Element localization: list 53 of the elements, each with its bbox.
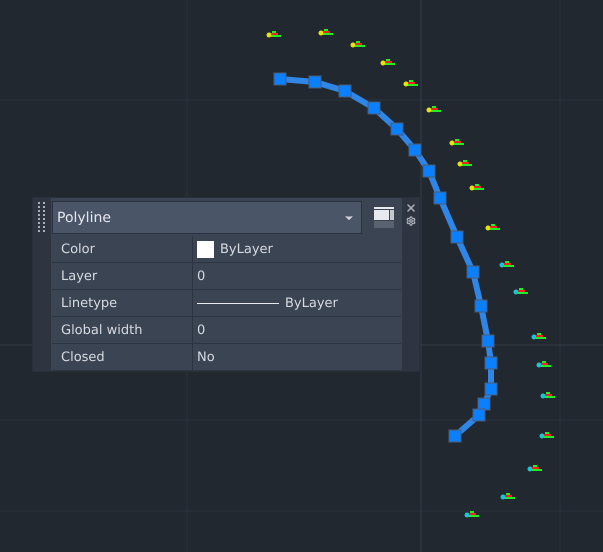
property-value[interactable]: ByLayer (220, 242, 273, 256)
point-marker-icon (536, 361, 551, 368)
point-marker-icon (426, 106, 441, 112)
property-label: Layer (52, 263, 193, 289)
point-marker-icon (380, 59, 395, 66)
point-marker-icon (350, 41, 365, 48)
vertex-grip[interactable] (450, 230, 464, 244)
object-type-text: Polyline (57, 210, 111, 226)
vertex-grip[interactable] (478, 398, 490, 410)
point-marker-icon (318, 29, 333, 36)
vertex-grip[interactable] (472, 408, 486, 422)
vertex-grip[interactable] (434, 192, 446, 204)
vertex-grip[interactable] (448, 430, 462, 442)
point-marker-icon (500, 493, 515, 500)
vertex-grip[interactable] (474, 300, 488, 312)
property-value[interactable]: No (197, 350, 215, 364)
point-marker-icon (532, 333, 546, 340)
color-swatch (197, 240, 214, 258)
vertex-grip[interactable] (338, 84, 352, 98)
point-marker-icon (540, 392, 555, 398)
vertex-grip[interactable] (466, 266, 480, 278)
point-marker-icon (514, 288, 528, 294)
object-type-dropdown[interactable]: Polyline (52, 201, 362, 234)
vertex-grip[interactable] (368, 102, 380, 114)
vertex-grip[interactable] (484, 382, 498, 396)
property-value[interactable]: ByLayer (285, 296, 338, 310)
window-layout-icon (374, 206, 394, 228)
point-marker-icon (500, 261, 514, 268)
vertex-grip[interactable] (274, 72, 286, 86)
vertex-grip[interactable] (390, 122, 404, 136)
close-icon[interactable] (404, 202, 416, 214)
vertex-grip[interactable] (484, 356, 498, 370)
vertex-grip[interactable] (422, 164, 436, 178)
point-marker-icon (464, 511, 479, 518)
vertex-grip[interactable] (482, 334, 494, 348)
property-value[interactable]: 0 (197, 268, 206, 284)
point-marker-icon (458, 160, 472, 166)
property-value[interactable]: 0 (197, 322, 206, 338)
property-label: Color (52, 236, 193, 262)
point-marker-icon (540, 432, 554, 438)
point-marker-icon (450, 139, 464, 146)
property-label: Closed (52, 344, 193, 370)
property-label: Linetype (52, 290, 193, 316)
point-marker-icon (528, 465, 542, 472)
grip-handle-icon[interactable] (38, 202, 46, 232)
settings-icon[interactable] (406, 216, 416, 226)
vertex-grip[interactable] (408, 144, 422, 156)
vertex-grip[interactable] (308, 76, 322, 88)
point-marker-icon (266, 31, 281, 38)
point-marker-icon (486, 224, 500, 230)
property-label: Global width (52, 317, 193, 343)
point-marker-icon (470, 184, 484, 190)
point-marker-icon (404, 80, 418, 86)
